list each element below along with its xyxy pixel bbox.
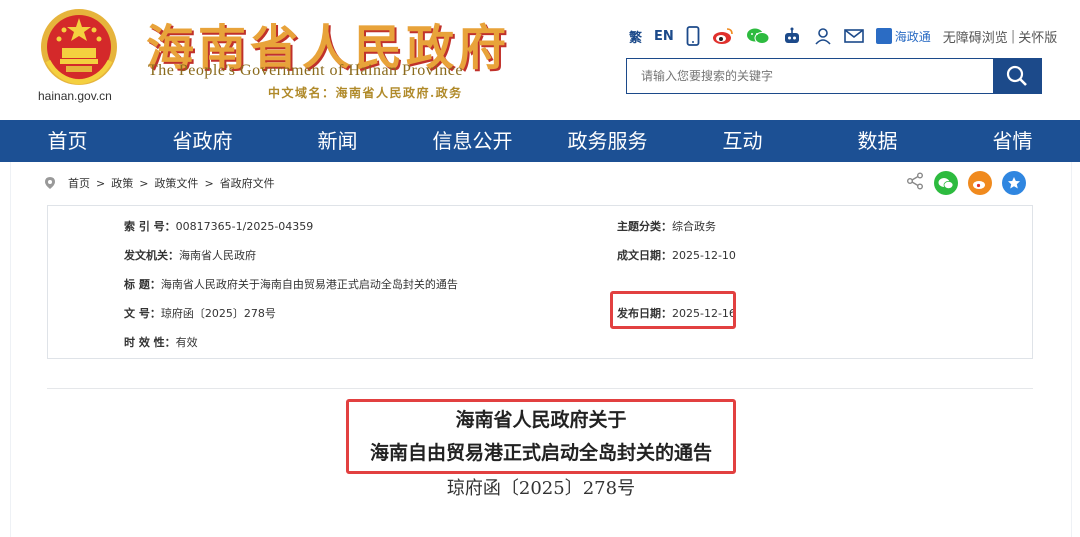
meta-index-value: 00817365-1/2025-04359 <box>175 220 314 233</box>
meta-title-value: 海南省人民政府关于海南自由贸易港正式启动全岛封关的通告 <box>160 278 458 291</box>
meta-validity-value: 有效 <box>175 336 198 349</box>
top-toolbar: 繁 EN 海政通 无障碍浏览 | 关怀版 <box>629 26 1057 46</box>
meta-title: 标 题：海南省人民政府关于海南自由贸易港正式启动全岛封关的通告 <box>124 276 458 292</box>
mail-icon[interactable] <box>843 28 864 44</box>
nav-home[interactable]: 首页 <box>0 120 135 162</box>
breadcrumb-separator: > <box>139 176 149 190</box>
search-bar <box>626 58 1042 94</box>
search-button[interactable] <box>993 59 1041 93</box>
meta-issuer: 发文机关：海南省人民政府 <box>124 247 256 263</box>
nav-news[interactable]: 新闻 <box>270 120 405 162</box>
chinese-domain-name: 中文域名：海南省人民政府.政务 <box>268 86 463 100</box>
share-bar <box>906 171 1026 195</box>
breadcrumb-policy[interactable]: 政策 <box>111 175 133 191</box>
hzt-app-link[interactable]: 海政通 <box>875 28 931 45</box>
toolbar-separator: | <box>1010 28 1016 44</box>
meta-index: 索 引 号：00817365-1/2025-04359 <box>124 218 313 234</box>
national-emblem-icon[interactable] <box>38 6 120 88</box>
elder-mode-link[interactable]: 关怀版 <box>1018 27 1057 46</box>
location-pin-icon <box>45 177 55 189</box>
meta-validity-label: 时 效 性： <box>124 336 176 349</box>
search-icon <box>1006 65 1027 86</box>
share-icon[interactable] <box>906 172 924 194</box>
meta-docno-value: 琼府函〔2025〕278号 <box>160 307 276 320</box>
breadcrumb: 首页 > 政策 > 政策文件 > 省政府文件 <box>44 175 275 191</box>
site-title-english: The People's Government of Hainan Provin… <box>148 62 463 79</box>
section-divider <box>47 388 1033 389</box>
meta-issuer-value: 海南省人民政府 <box>179 249 256 262</box>
meta-date-made-label: 成文日期： <box>617 249 672 262</box>
nav-government-services[interactable]: 政务服务 <box>540 120 675 162</box>
main-nav: 首页 省政府 新闻 信息公开 政务服务 互动 数据 省情 <box>0 120 1080 162</box>
weibo-icon[interactable] <box>712 27 734 45</box>
nav-province-overview[interactable]: 省情 <box>945 120 1080 162</box>
english-link[interactable]: EN <box>654 29 674 44</box>
domain-label: hainan.gov.cn <box>38 89 112 103</box>
meta-date-made-value: 2025-12-10 <box>672 249 736 262</box>
breadcrumb-provincial-docs[interactable]: 省政府文件 <box>220 175 275 191</box>
favorite-star-icon[interactable] <box>1002 171 1026 195</box>
title-highlight-box <box>346 399 736 474</box>
meta-docno: 文 号：琼府函〔2025〕278号 <box>124 305 276 321</box>
breadcrumb-policy-documents[interactable]: 政策文件 <box>154 175 198 191</box>
mobile-icon[interactable] <box>686 26 700 46</box>
meta-issuer-label: 发文机关： <box>124 249 179 262</box>
breadcrumb-separator: > <box>204 176 214 190</box>
breadcrumb-separator: > <box>96 176 106 190</box>
search-input[interactable] <box>627 59 993 93</box>
user-account-icon[interactable] <box>814 27 832 45</box>
hzt-logo-icon <box>875 28 892 44</box>
meta-category-label: 主题分类： <box>617 220 672 233</box>
nav-interaction[interactable]: 互动 <box>675 120 810 162</box>
hzt-label: 海政通 <box>894 29 931 44</box>
pubdate-highlight-box <box>610 291 736 329</box>
share-weibo-icon[interactable] <box>968 171 992 195</box>
nav-data[interactable]: 数据 <box>810 120 945 162</box>
site-header: hainan.gov.cn 海南省人民政府 The People's Gover… <box>0 0 1080 120</box>
wechat-icon[interactable] <box>746 27 770 45</box>
nav-info-disclosure[interactable]: 信息公开 <box>405 120 540 162</box>
accessibility-links: 无障碍浏览 | 关怀版 <box>943 27 1057 46</box>
meta-validity: 时 效 性：有效 <box>124 334 198 350</box>
document-number: 琼府函〔2025〕278号 <box>446 478 636 499</box>
meta-docno-label: 文 号： <box>124 307 161 320</box>
breadcrumb-home[interactable]: 首页 <box>68 175 90 191</box>
nav-provincial-government[interactable]: 省政府 <box>135 120 270 162</box>
traditional-chinese-link[interactable]: 繁 <box>629 27 642 46</box>
meta-category-value: 综合政务 <box>672 220 716 233</box>
robot-assistant-icon[interactable] <box>782 27 802 45</box>
meta-date-made: 成文日期：2025-12-10 <box>617 247 736 263</box>
meta-title-label: 标 题： <box>124 278 161 291</box>
accessibility-link[interactable]: 无障碍浏览 <box>943 27 1008 46</box>
share-wechat-icon[interactable] <box>934 171 958 195</box>
meta-category: 主题分类：综合政务 <box>617 218 716 234</box>
meta-index-label: 索 引 号： <box>124 220 176 233</box>
